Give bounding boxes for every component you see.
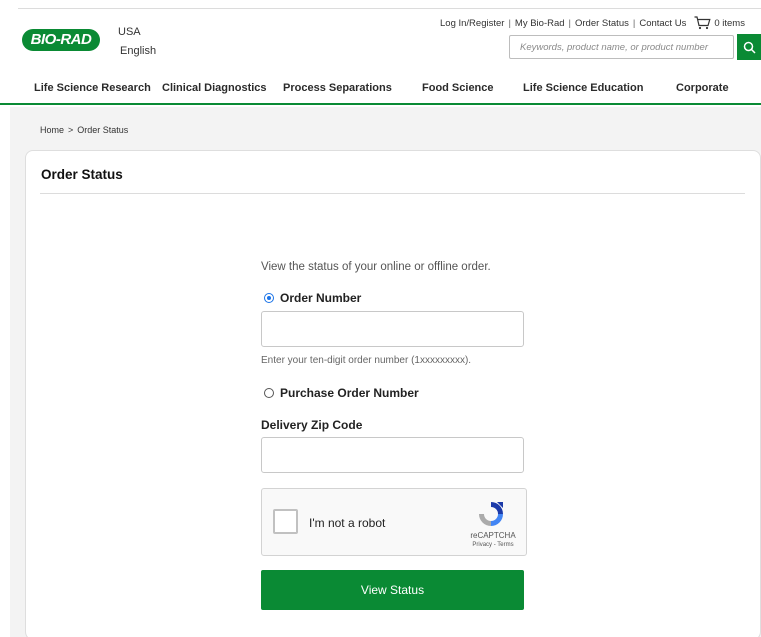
search-button[interactable] bbox=[737, 34, 761, 60]
link-separator: | bbox=[568, 17, 571, 29]
nav-corporate[interactable]: Corporate bbox=[676, 82, 729, 94]
recaptcha-label: I'm not a robot bbox=[309, 516, 386, 530]
login-register-link[interactable]: Log In/Register bbox=[440, 18, 504, 29]
nav-life-science-education[interactable]: Life Science Education bbox=[523, 82, 643, 94]
order-number-radio[interactable] bbox=[264, 293, 274, 303]
breadcrumb-home[interactable]: Home bbox=[40, 125, 64, 135]
bio-rad-logo[interactable]: BIO-RAD bbox=[22, 29, 100, 51]
contact-us-link[interactable]: Contact Us bbox=[639, 18, 686, 29]
nav-food-science[interactable]: Food Science bbox=[422, 82, 494, 94]
zip-code-label: Delivery Zip Code bbox=[261, 418, 363, 432]
top-divider bbox=[18, 8, 761, 9]
utility-links: Log In/Register | My Bio-Rad | Order Sta… bbox=[440, 16, 745, 30]
po-number-label: Purchase Order Number bbox=[280, 386, 419, 400]
cart-button[interactable]: 0 items bbox=[694, 16, 745, 30]
cart-count: 0 items bbox=[714, 17, 745, 29]
po-number-radio[interactable] bbox=[264, 388, 274, 398]
page-title: Order Status bbox=[41, 167, 123, 182]
breadcrumb-current: Order Status bbox=[77, 125, 129, 135]
breadcrumb-separator: > bbox=[68, 125, 74, 135]
link-separator: | bbox=[632, 17, 636, 29]
nav-life-science-research[interactable]: Life Science Research bbox=[34, 82, 151, 94]
po-number-option[interactable]: Purchase Order Number bbox=[264, 386, 419, 400]
locale-selector[interactable]: USA English bbox=[118, 26, 156, 57]
title-divider bbox=[40, 193, 745, 194]
search-icon bbox=[743, 41, 756, 54]
recaptcha-brand: reCAPTCHA bbox=[470, 531, 516, 540]
search-input[interactable] bbox=[509, 35, 734, 59]
cart-icon bbox=[694, 16, 711, 30]
recaptcha-widget: I'm not a robot reCAPTCHA Privacy - Term… bbox=[261, 488, 527, 556]
order-number-field[interactable] bbox=[261, 311, 524, 347]
country-label[interactable]: USA bbox=[118, 26, 141, 38]
breadcrumb: Home > Order Status bbox=[40, 125, 128, 135]
nav-process-separations[interactable]: Process Separations bbox=[283, 82, 392, 94]
recaptcha-icon bbox=[479, 502, 503, 526]
link-separator: | bbox=[508, 17, 511, 29]
recaptcha-checkbox[interactable] bbox=[273, 509, 298, 534]
language-label[interactable]: English bbox=[120, 45, 156, 57]
order-number-option[interactable]: Order Number bbox=[264, 291, 361, 305]
order-number-hint: Enter your ten-digit order number (1xxxx… bbox=[261, 355, 472, 366]
order-status-link[interactable]: Order Status bbox=[575, 18, 629, 29]
zip-code-field[interactable] bbox=[261, 437, 524, 473]
order-number-label: Order Number bbox=[280, 291, 362, 305]
my-bio-rad-link[interactable]: My Bio-Rad bbox=[515, 18, 565, 29]
recaptcha-privacy-terms[interactable]: Privacy - Terms bbox=[464, 542, 522, 548]
nav-clinical-diagnostics[interactable]: Clinical Diagnostics bbox=[162, 82, 267, 94]
main-nav: Life Science Research Clinical Diagnosti… bbox=[0, 78, 761, 105]
intro-text: View the status of your online or offlin… bbox=[261, 261, 491, 273]
view-status-button[interactable]: View Status bbox=[261, 570, 524, 610]
